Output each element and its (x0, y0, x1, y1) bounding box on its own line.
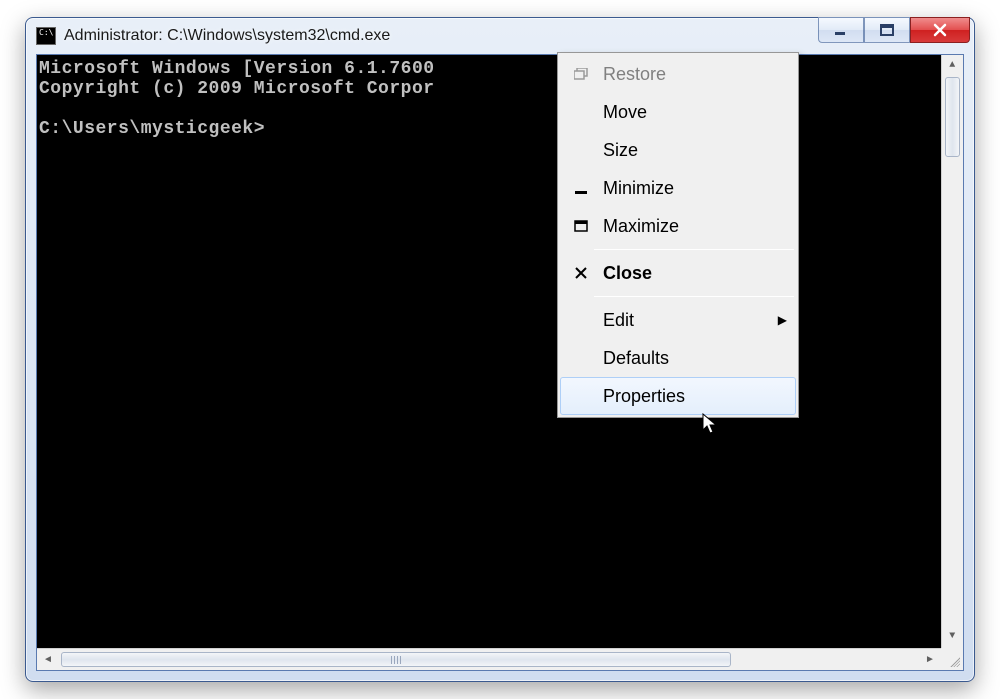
vertical-scroll-thumb[interactable] (945, 77, 960, 157)
menu-label: Edit (595, 310, 778, 331)
close-menu-icon (567, 267, 595, 279)
window: Administrator: C:\Windows\system32\cmd.e… (25, 17, 975, 682)
menu-label: Size (595, 140, 787, 161)
menu-label: Properties (595, 386, 787, 407)
console-line: Microsoft Windows [Version 6.1.7600 (39, 59, 435, 79)
menu-separator (594, 296, 794, 297)
close-button[interactable] (910, 17, 970, 43)
console-line: Copyright (c) 2009 Microsoft Corpor (39, 79, 435, 99)
restore-icon (567, 68, 595, 80)
menu-properties[interactable]: Properties (560, 377, 796, 415)
scroll-down-arrow-icon[interactable]: ▼ (942, 626, 963, 648)
maximize-icon (880, 24, 894, 36)
resize-grip[interactable] (941, 648, 963, 670)
menu-label: Maximize (595, 216, 787, 237)
cmd-icon[interactable] (36, 27, 56, 45)
menu-maximize[interactable]: Maximize (560, 207, 796, 245)
cursor-pointer-icon (702, 413, 720, 437)
minimize-button[interactable] (818, 17, 864, 43)
menu-size[interactable]: Size (560, 131, 796, 169)
vertical-scrollbar[interactable]: ▲ ▼ (941, 55, 963, 648)
menu-label: Minimize (595, 178, 787, 199)
maximize-button[interactable] (864, 17, 910, 43)
scroll-up-arrow-icon[interactable]: ▲ (942, 55, 963, 77)
menu-defaults[interactable]: Defaults (560, 339, 796, 377)
titlebar[interactable]: Administrator: C:\Windows\system32\cmd.e… (26, 18, 974, 54)
scroll-left-arrow-icon[interactable]: ◄ (37, 649, 59, 671)
menu-label: Restore (595, 64, 787, 85)
maximize-menu-icon (567, 220, 595, 232)
menu-edit[interactable]: Edit ▶ (560, 301, 796, 339)
menu-label: Close (595, 263, 787, 284)
menu-close[interactable]: Close (560, 254, 796, 292)
console-output[interactable]: Microsoft Windows [Version 6.1.7600 rese… (37, 55, 963, 648)
menu-label: Defaults (595, 348, 787, 369)
menu-minimize[interactable]: Minimize (560, 169, 796, 207)
horizontal-scroll-thumb[interactable] (61, 652, 731, 667)
minimize-icon (834, 24, 848, 36)
menu-separator (594, 249, 794, 250)
menu-label: Move (595, 102, 787, 123)
menu-move[interactable]: Move (560, 93, 796, 131)
console-prompt: C:\Users\mysticgeek> (39, 119, 265, 139)
horizontal-scrollbar[interactable]: ◄ ► (37, 648, 941, 670)
caption-buttons (818, 17, 970, 43)
menu-restore: Restore (560, 55, 796, 93)
close-icon (932, 23, 948, 37)
system-menu: Restore Move Size Minimize Maximize Clos… (557, 52, 799, 418)
submenu-arrow-icon: ▶ (778, 313, 787, 327)
minimize-menu-icon (567, 182, 595, 194)
scroll-right-arrow-icon[interactable]: ► (919, 649, 941, 671)
content-frame: Microsoft Windows [Version 6.1.7600 rese… (36, 54, 964, 671)
vertical-scroll-track[interactable] (942, 157, 963, 626)
